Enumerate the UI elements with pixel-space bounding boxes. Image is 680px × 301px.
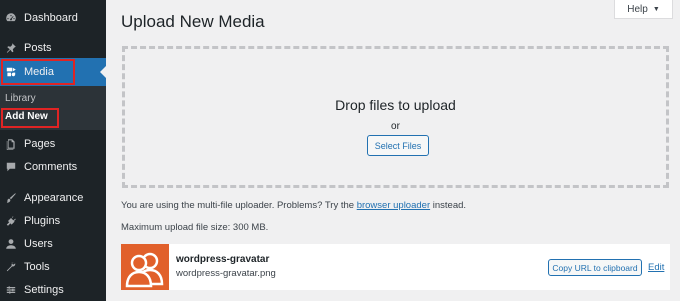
settings-icon	[5, 284, 17, 296]
upload-drop-zone[interactable]: Drop files to upload or Select Files	[122, 46, 669, 188]
browser-uploader-link[interactable]: browser uploader	[357, 200, 430, 211]
copy-url-button[interactable]: Copy URL to clipboard	[548, 259, 642, 276]
menu-item-dashboard[interactable]: Dashboard	[0, 4, 106, 32]
menu-item-label: Pages	[24, 138, 56, 150]
media-title: wordpress-gravatar	[176, 254, 270, 265]
menu-item-label: Users	[24, 238, 53, 250]
select-files-button[interactable]: Select Files	[367, 135, 429, 156]
dashboard-icon	[5, 12, 17, 24]
or-text: or	[391, 121, 400, 132]
page-icon	[5, 138, 17, 150]
admin-sidebar: Dashboard Posts Media Library Add New Pa…	[0, 0, 106, 301]
help-label: Help	[627, 3, 648, 15]
drop-files-title: Drop files to upload	[335, 97, 456, 113]
menu-item-label: Settings	[24, 284, 64, 296]
media-thumbnail	[121, 244, 169, 290]
menu-item-label: Comments	[24, 161, 78, 173]
max-upload-size: Maximum upload file size: 300 MB.	[121, 222, 269, 233]
menu-item-label: Posts	[24, 42, 52, 54]
pin-icon	[5, 42, 17, 54]
uploader-notice: You are using the multi-file uploader. P…	[121, 200, 466, 211]
media-highlight-box	[1, 59, 75, 85]
help-tab-button[interactable]: Help ▼	[614, 0, 673, 19]
edit-media-link[interactable]: Edit	[648, 262, 664, 273]
user-icon	[5, 238, 17, 250]
plugin-icon	[5, 215, 17, 227]
notice-prefix: You are using the multi-file uploader. P…	[121, 200, 355, 211]
gravatar-users-icon	[125, 252, 164, 288]
uploaded-media-item: wordpress-gravatar wordpress-gravatar.pn…	[121, 244, 670, 290]
menu-item-label: Dashboard	[24, 12, 78, 24]
media-filename: wordpress-gravatar.png	[176, 268, 276, 279]
add-new-highlight-box	[1, 108, 59, 128]
menu-item-comments[interactable]: Comments	[0, 153, 106, 181]
comment-icon	[5, 161, 17, 173]
notice-suffix: instead.	[432, 200, 467, 211]
wrench-icon	[5, 261, 17, 273]
menu-item-label: Plugins	[24, 215, 61, 227]
page-title: Upload New Media	[121, 12, 265, 31]
active-menu-pointer	[100, 66, 106, 78]
menu-item-label: Tools	[24, 261, 50, 273]
menu-item-settings[interactable]: Settings	[0, 276, 106, 301]
caret-down-icon: ▼	[652, 5, 660, 13]
brush-icon	[5, 192, 17, 204]
menu-item-label: Appearance	[24, 192, 84, 204]
submenu-item-library[interactable]: Library	[5, 93, 36, 104]
